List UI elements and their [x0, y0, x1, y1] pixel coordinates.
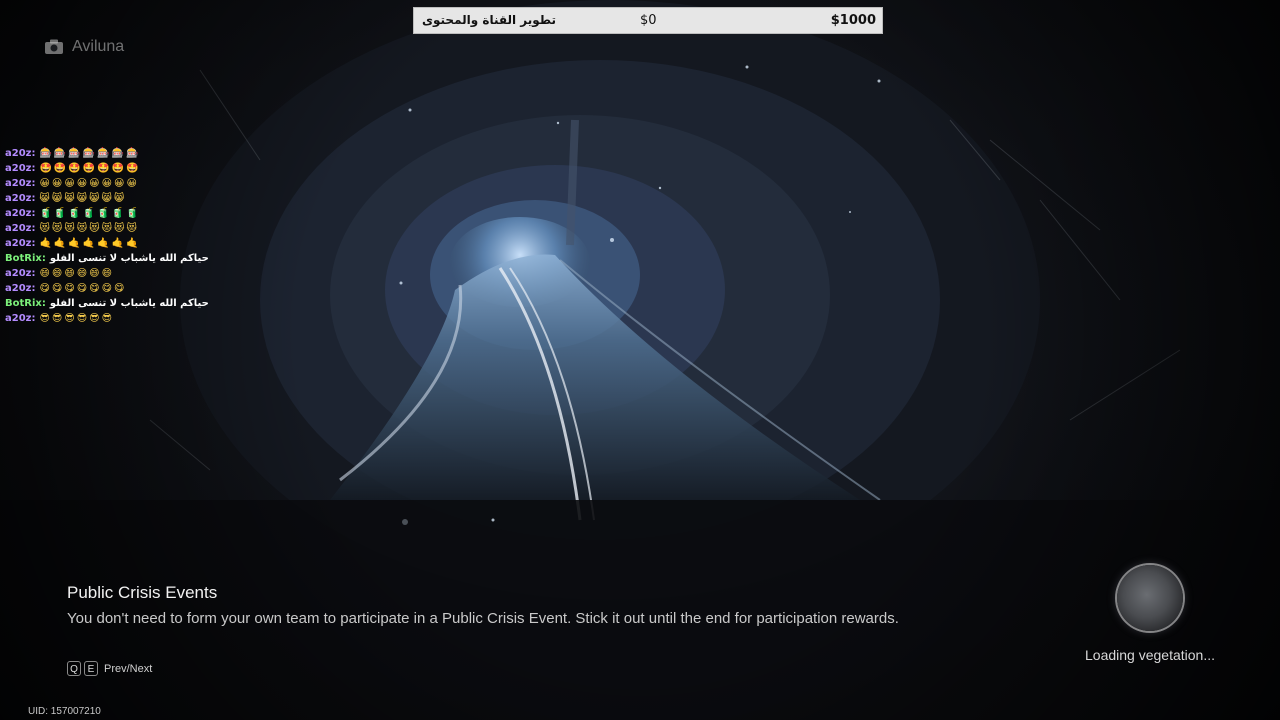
- loading-status: Loading vegetation...: [1085, 647, 1215, 663]
- tip-navigation: Q E Prev/Next: [67, 661, 152, 676]
- chat-emotes: 😻😻😻😻😻😻😻😻: [39, 223, 139, 234]
- stream-watermark: Aviluna: [44, 38, 124, 56]
- chat-username: a20z:: [5, 283, 36, 294]
- chat-text: حياكم الله ياشباب لا تنسى الفلو: [49, 298, 209, 309]
- camera-icon: [45, 39, 63, 54]
- chat-message: BotRix: حياكم الله ياشباب لا تنسى الفلو: [5, 296, 225, 311]
- chat-username: BotRix:: [5, 298, 46, 309]
- chat-username: a20z:: [5, 223, 36, 234]
- prev-next-label: Prev/Next: [104, 662, 153, 675]
- chat-username: a20z:: [5, 148, 36, 159]
- chat-username: a20z:: [5, 208, 36, 219]
- chat-username: a20z:: [5, 163, 36, 174]
- donation-goal-bar: تطوير القناة والمحتوى $0 $1000: [413, 7, 883, 34]
- chat-username: a20z:: [5, 178, 36, 189]
- chat-message: a20z: 😸😸😸😸😸😸😸: [5, 191, 225, 206]
- chat-message: a20z: 😄😄😄😄😄😄: [5, 266, 225, 281]
- donation-current-amount: $0: [640, 13, 657, 28]
- chat-overlay: a20z: 🎰🎰🎰🎰🎰🎰🎰 a20z: 🤩🤩🤩🤩🤩🤩🤩 a20z: 😀😀😀😀😀😀😀😀 a20…: [5, 146, 225, 326]
- loading-spinner-icon: [1117, 565, 1183, 631]
- chat-emotes: 😸😸😸😸😸😸😸: [39, 193, 127, 204]
- chat-text: حياكم الله ياشباب لا تنسى الفلو: [49, 253, 209, 264]
- donation-goal-amount: $1000: [830, 13, 876, 28]
- chat-emotes: 😀😀😀😀😀😀😀😀: [39, 178, 139, 189]
- chat-emotes: 🧃🧃🧃🧃🧃🧃🧃: [39, 208, 141, 219]
- chat-emotes: 🎰🎰🎰🎰🎰🎰🎰: [39, 148, 141, 159]
- watermark-text: Aviluna: [72, 38, 125, 55]
- chat-emotes: 😄😄😄😄😄😄: [39, 268, 115, 279]
- chat-message: a20z: 🤩🤩🤩🤩🤩🤩🤩: [5, 161, 225, 176]
- prev-key-button[interactable]: Q: [67, 661, 81, 676]
- loading-screen: تطوير القناة والمحتوى $0 $1000 Aviluna a…: [0, 0, 1280, 720]
- chat-message: BotRix: حياكم الله ياشباب لا تنسى الفلو: [5, 251, 225, 266]
- donation-title: تطوير القناة والمحتوى: [422, 13, 556, 27]
- chat-username: BotRix:: [5, 253, 46, 264]
- next-key-button[interactable]: E: [84, 661, 98, 676]
- user-id: UID: 157007210: [28, 706, 101, 717]
- chat-message: a20z: 🧃🧃🧃🧃🧃🧃🧃: [5, 206, 225, 221]
- chat-username: a20z:: [5, 268, 36, 279]
- chat-username: a20z:: [5, 313, 36, 324]
- chat-message: a20z: 🤙🤙🤙🤙🤙🤙🤙: [5, 236, 225, 251]
- chat-message: a20z: 😎😎😎😎😎😎: [5, 311, 225, 326]
- chat-emotes: 😎😎😎😎😎😎: [39, 313, 115, 324]
- chat-username: a20z:: [5, 193, 36, 204]
- chat-emotes: 😋😋😋😋😋😋😋: [39, 283, 127, 294]
- chat-emotes: 🤙🤙🤙🤙🤙🤙🤙: [39, 238, 141, 249]
- chat-message: a20z: 😻😻😻😻😻😻😻😻: [5, 221, 225, 236]
- tip-body: You don't need to form your own team to …: [67, 610, 899, 627]
- chat-message: a20z: 🎰🎰🎰🎰🎰🎰🎰: [5, 146, 225, 161]
- chat-message: a20z: 😀😀😀😀😀😀😀😀: [5, 176, 225, 191]
- chat-message: a20z: 😋😋😋😋😋😋😋: [5, 281, 225, 296]
- chat-emotes: 🤩🤩🤩🤩🤩🤩🤩: [39, 163, 141, 174]
- chat-username: a20z:: [5, 238, 36, 249]
- tip-title: Public Crisis Events: [67, 583, 218, 602]
